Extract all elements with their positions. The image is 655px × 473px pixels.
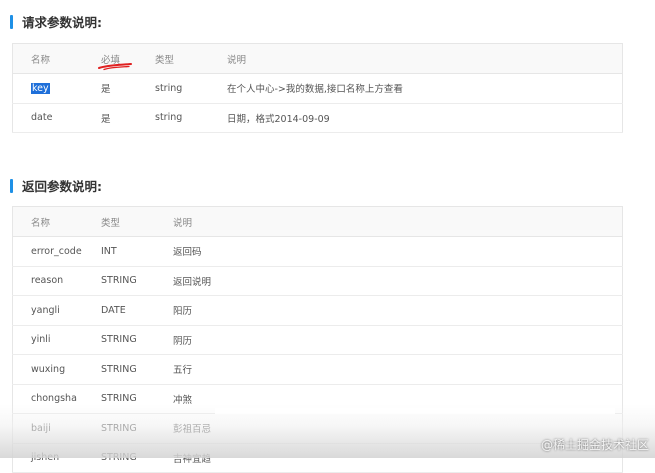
request-params-title: 请求参数说明: bbox=[10, 12, 102, 31]
param-name-cell: baiji bbox=[12, 413, 101, 444]
title-accent-bar bbox=[10, 178, 13, 193]
watermark-text: @稀土掘金技术社区 bbox=[540, 438, 649, 452]
request-params-title-text: 请求参数说明: bbox=[22, 15, 102, 30]
param-type-cell: INT bbox=[101, 236, 173, 267]
param-desc-cell: 阳历 bbox=[173, 295, 623, 326]
return-params-title: 返回参数说明: bbox=[10, 176, 102, 195]
title-accent-bar bbox=[10, 14, 13, 29]
col-header-required: 必填 bbox=[98, 43, 155, 74]
param-name-cell: date bbox=[12, 103, 101, 133]
param-desc-cell: 返回说明 bbox=[173, 266, 623, 296]
param-type-cell: STRING bbox=[101, 354, 173, 385]
table-row: wuxing STRING 五行 bbox=[12, 354, 623, 385]
param-desc-cell: 冲煞 bbox=[173, 384, 623, 414]
param-type-cell: STRING bbox=[101, 325, 173, 355]
table-row: date 是 string 日期，格式2014-09-09 bbox=[12, 103, 623, 133]
selected-text[interactable]: key bbox=[31, 82, 50, 94]
param-name-cell: yangli bbox=[12, 295, 101, 326]
request-params-table: 名称 必填 类型 说明 key 是 string 在个人中心->我的数据,接口名… bbox=[12, 43, 623, 133]
param-desc-cell: 返回码 bbox=[173, 236, 623, 267]
param-name-cell: reason bbox=[12, 266, 101, 296]
param-name-cell: chongsha bbox=[12, 384, 101, 414]
param-desc-cell: 日期，格式2014-09-09 bbox=[227, 103, 623, 133]
param-desc-cell: 五行 bbox=[173, 354, 623, 385]
col-header-desc: 说明 bbox=[173, 206, 623, 237]
param-type-cell: STRING bbox=[101, 413, 173, 444]
param-required-cell: 是 bbox=[101, 73, 155, 104]
param-required-cell: 是 bbox=[101, 103, 155, 133]
col-header-name: 名称 bbox=[12, 43, 101, 74]
table-row: error_code INT 返回码 bbox=[12, 236, 623, 267]
table-row: baiji STRING 彭祖百忌 bbox=[12, 413, 623, 444]
param-type-cell: STRING bbox=[101, 266, 173, 296]
param-desc-cell: 在个人中心->我的数据,接口名称上方查看 bbox=[227, 73, 623, 104]
table-row: yinli STRING 阴历 bbox=[12, 325, 623, 355]
param-type-cell: STRING bbox=[101, 384, 173, 414]
table-row: chongsha STRING 冲煞 bbox=[12, 384, 623, 414]
param-type-cell: string bbox=[155, 73, 227, 104]
col-header-desc: 说明 bbox=[227, 43, 623, 74]
return-params-title-text: 返回参数说明: bbox=[22, 179, 102, 194]
param-name-cell: wuxing bbox=[12, 354, 101, 385]
param-name-cell: yinli bbox=[12, 325, 101, 355]
param-type-cell: DATE bbox=[101, 295, 173, 326]
red-underline-annotation bbox=[98, 62, 132, 70]
param-name-cell: error_code bbox=[12, 236, 101, 267]
table-row: yangli DATE 阳历 bbox=[12, 295, 623, 326]
table-row: key 是 string 在个人中心->我的数据,接口名称上方查看 bbox=[12, 73, 623, 104]
return-params-table: 名称 类型 说明 error_code INT 返回码 reason STRIN… bbox=[12, 206, 623, 473]
param-name-cell[interactable]: key bbox=[12, 73, 101, 104]
col-header-type: 类型 bbox=[101, 206, 173, 237]
param-desc-cell: 阴历 bbox=[173, 325, 623, 355]
param-type-cell: string bbox=[155, 103, 227, 133]
table-row: reason STRING 返回说明 bbox=[12, 266, 623, 296]
col-header-type: 类型 bbox=[155, 43, 227, 74]
col-header-name: 名称 bbox=[12, 206, 101, 237]
table-header-row: 名称 类型 说明 bbox=[12, 206, 623, 237]
table-header-row: 名称 必填 类型 说明 bbox=[12, 43, 623, 74]
